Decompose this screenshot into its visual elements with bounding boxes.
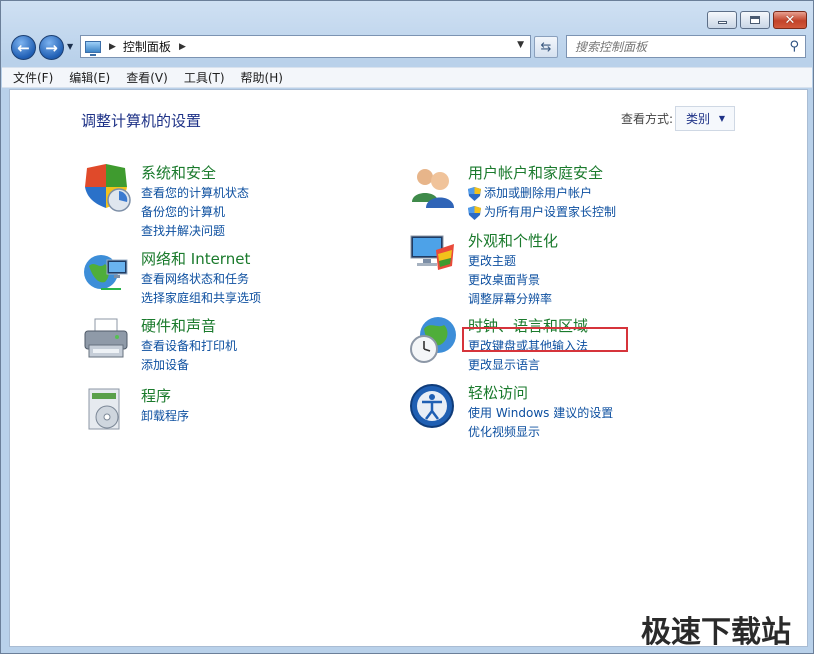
category-title[interactable]: 网络和 Internet bbox=[141, 248, 250, 269]
link-find-fix-problems[interactable]: 查找并解决问题 bbox=[141, 222, 249, 241]
link-windows-recommended-settings[interactable]: 使用 Windows 建议的设置 bbox=[468, 404, 613, 423]
uac-shield-icon bbox=[468, 205, 481, 220]
close-button[interactable]: ✕ bbox=[773, 11, 807, 29]
link-homegroup-sharing[interactable]: 选择家庭组和共享选项 bbox=[141, 289, 261, 308]
back-button[interactable]: ← bbox=[11, 35, 36, 60]
page-title: 调整计算机的设置 bbox=[81, 112, 202, 130]
chevron-down-icon: ▼ bbox=[718, 114, 725, 123]
link-devices-printers[interactable]: 查看设备和打印机 bbox=[141, 337, 237, 356]
link-change-display-language[interactable]: 更改显示语言 bbox=[468, 356, 588, 375]
link-parental-controls-label[interactable]: 为所有用户设置家长控制 bbox=[484, 203, 616, 222]
close-icon: ✕ bbox=[784, 12, 796, 28]
view-by-label: 查看方式: bbox=[621, 112, 674, 126]
view-by-value: 类别 bbox=[686, 112, 711, 126]
breadcrumb-control-panel[interactable]: 控制面板 bbox=[123, 38, 171, 55]
link-parental-controls[interactable]: 为所有用户设置家长控制 bbox=[468, 203, 616, 222]
link-optimize-video-display[interactable]: 优化视频显示 bbox=[468, 423, 613, 442]
maximize-button[interactable] bbox=[740, 11, 770, 29]
category-title[interactable]: 硬件和声音 bbox=[141, 315, 216, 336]
search-icon[interactable]: ⚲ bbox=[789, 39, 799, 54]
minimize-icon bbox=[717, 21, 727, 24]
printer-icon[interactable] bbox=[81, 315, 131, 365]
link-uninstall-program[interactable]: 卸载程序 bbox=[141, 407, 189, 426]
system-security-icon[interactable] bbox=[81, 162, 131, 212]
address-bar[interactable]: ▶ 控制面板 ▶ ▼ bbox=[80, 35, 531, 58]
control-panel-window: ✕ ← → ▼ ▶ 控制面板 ▶ ▼ ⇆ ⚲ 文件(F) 编辑(E) 查看(V)… bbox=[0, 0, 814, 654]
link-add-remove-users-label[interactable]: 添加或删除用户帐户 bbox=[484, 184, 592, 203]
link-network-status[interactable]: 查看网络状态和任务 bbox=[141, 270, 261, 289]
watermark: 极速下载站 bbox=[641, 615, 791, 650]
highlight-box bbox=[462, 327, 628, 352]
menu-tools[interactable]: 工具(T) bbox=[184, 69, 225, 86]
maximize-icon bbox=[750, 16, 760, 24]
view-by-dropdown[interactable]: 类别 ▼ bbox=[675, 106, 735, 131]
link-view-computer-status[interactable]: 查看您的计算机状态 bbox=[141, 184, 249, 203]
uac-shield-icon bbox=[468, 186, 481, 201]
category-title[interactable]: 系统和安全 bbox=[141, 162, 216, 183]
menu-view[interactable]: 查看(V) bbox=[126, 69, 168, 86]
link-desktop-background[interactable]: 更改桌面背景 bbox=[468, 271, 552, 290]
menu-bar: 文件(F) 编辑(E) 查看(V) 工具(T) 帮助(H) bbox=[2, 67, 812, 88]
recent-pages-dropdown[interactable]: ▼ bbox=[67, 42, 73, 51]
menu-help[interactable]: 帮助(H) bbox=[241, 69, 283, 86]
refresh-icon: ⇆ bbox=[540, 39, 552, 55]
appearance-icon[interactable] bbox=[408, 230, 458, 280]
menu-edit[interactable]: 编辑(E) bbox=[69, 69, 110, 86]
link-screen-resolution[interactable]: 调整屏幕分辨率 bbox=[468, 290, 552, 309]
network-globe-icon[interactable] bbox=[81, 248, 131, 298]
search-box[interactable]: ⚲ bbox=[566, 35, 806, 58]
address-dropdown-icon[interactable]: ▼ bbox=[517, 40, 524, 50]
ease-of-access-icon[interactable] bbox=[408, 382, 458, 432]
users-icon[interactable] bbox=[408, 162, 458, 212]
breadcrumb-chevron[interactable]: ▶ bbox=[179, 42, 186, 52]
back-arrow-icon: ← bbox=[17, 38, 30, 57]
link-backup-computer[interactable]: 备份您的计算机 bbox=[141, 203, 249, 222]
link-add-device[interactable]: 添加设备 bbox=[141, 356, 237, 375]
forward-button[interactable]: → bbox=[39, 35, 64, 60]
category-title[interactable]: 程序 bbox=[141, 385, 171, 406]
category-title[interactable]: 用户帐户和家庭安全 bbox=[468, 162, 603, 183]
menu-file[interactable]: 文件(F) bbox=[13, 69, 53, 86]
clock-globe-icon[interactable] bbox=[408, 315, 458, 365]
breadcrumb-separator[interactable]: ▶ bbox=[109, 42, 116, 52]
programs-icon[interactable] bbox=[81, 385, 131, 435]
forward-arrow-icon: → bbox=[45, 38, 58, 57]
link-add-remove-users[interactable]: 添加或删除用户帐户 bbox=[468, 184, 616, 203]
category-title[interactable]: 外观和个性化 bbox=[468, 230, 558, 251]
minimize-button[interactable] bbox=[707, 11, 737, 29]
control-panel-icon bbox=[85, 40, 101, 56]
search-input[interactable] bbox=[575, 39, 775, 54]
category-title[interactable]: 轻松访问 bbox=[468, 382, 528, 403]
refresh-button[interactable]: ⇆ bbox=[534, 36, 558, 58]
link-change-theme[interactable]: 更改主题 bbox=[468, 252, 552, 271]
content-pane: 调整计算机的设置 查看方式: 类别 ▼ 系统和安全 查看您的计算机状态 备份您的… bbox=[9, 89, 808, 647]
